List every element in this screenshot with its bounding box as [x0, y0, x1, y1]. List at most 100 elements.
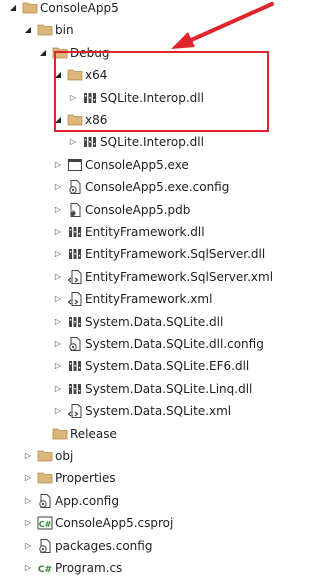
- folder-icon: [52, 426, 68, 442]
- expand-arrow-icon[interactable]: ▷: [53, 406, 63, 416]
- tree-item-label: SQLite.Interop.dll: [100, 135, 204, 150]
- csharp-file-icon: C#: [37, 560, 53, 576]
- expand-arrow-icon[interactable]: ▷: [23, 541, 33, 551]
- tree-item-consoleapp5-exe[interactable]: ▷ ConsoleApp5.exe: [0, 154, 299, 176]
- svg-text:C#: C#: [39, 520, 52, 529]
- folder-icon: [67, 67, 83, 83]
- config-file-icon: [37, 538, 53, 554]
- tree-item-obj[interactable]: ▷ obj: [0, 445, 299, 467]
- tree-item-label: x86: [85, 113, 108, 127]
- folder-icon: [52, 45, 68, 61]
- tree-item-label: ConsoleApp5.exe: [85, 157, 189, 172]
- tree-item-x64-sqlite-interop-dll[interactable]: ▷ SQLite.Interop.dll: [0, 87, 299, 109]
- tree-item-label: EntityFramework.SqlServer.xml: [85, 269, 274, 284]
- solution-explorer-tree: ◢ ConsoleApp5 ◢ bin ◢ Debug ◢ x64 ▷ SQLite.Inter…: [0, 0, 299, 575]
- tree-item-label: Properties: [55, 471, 116, 486]
- expand-arrow-icon[interactable]: ▷: [53, 227, 63, 237]
- tree-item-x64[interactable]: ◢ x64: [0, 64, 299, 86]
- collapse-arrow-icon[interactable]: ◢: [53, 115, 63, 125]
- collapse-arrow-icon[interactable]: ◢: [38, 48, 48, 58]
- tree-item-release[interactable]: Release: [0, 423, 299, 445]
- tree-item-entityframework-sqlserver-xml[interactable]: ▷ EntityFramework.SqlServer.xml: [0, 266, 299, 288]
- tree-item-consoleapp5-pdb[interactable]: ▷ ConsoleApp5.pdb: [0, 199, 299, 221]
- tree-item-x86-sqlite-interop-dll[interactable]: ▷ SQLite.Interop.dll: [0, 131, 299, 153]
- expand-arrow-icon[interactable]: ▷: [53, 205, 63, 215]
- tree-item-label: System.Data.SQLite.dll.config: [85, 337, 264, 351]
- tree-item-consoleapp5-csproj[interactable]: ▷ C# ConsoleApp5.csproj: [0, 512, 299, 534]
- tree-item-system-data-sqlite-ef6-dll[interactable]: ▷ System.Data.SQLite.EF6.dll: [0, 355, 299, 377]
- tree-item-label: EntityFramework.xml: [85, 292, 213, 307]
- xml-file-icon: [67, 403, 83, 419]
- xml-file-icon: [67, 291, 83, 307]
- expand-arrow-icon[interactable]: ▷: [53, 249, 63, 259]
- config-file-icon: [37, 493, 53, 509]
- folder-icon: [37, 22, 53, 38]
- expand-arrow-icon[interactable]: ▷: [23, 496, 33, 506]
- dll-icon: [67, 224, 83, 240]
- tree-item-consoleapp5-exe-config[interactable]: ▷ ConsoleApp5.exe.config: [0, 176, 299, 198]
- tree-item-system-data-sqlite-xml[interactable]: ▷ System.Data.SQLite.xml: [0, 400, 299, 422]
- tree-item-properties[interactable]: ▷ Properties: [0, 467, 299, 489]
- config-file-icon: [67, 336, 83, 352]
- expand-arrow-icon[interactable]: ▷: [53, 294, 63, 304]
- tree-item-app-config[interactable]: ▷ App.config: [0, 490, 299, 512]
- dll-icon: [67, 246, 83, 262]
- dll-icon: [82, 134, 98, 150]
- expand-arrow-icon[interactable]: ▷: [53, 339, 63, 349]
- tree-item-label: ConsoleApp5.exe.config: [85, 180, 230, 195]
- expand-arrow-icon[interactable]: ▷: [53, 272, 63, 282]
- tree-item-label: ConsoleApp5.csproj: [55, 516, 174, 531]
- tree-item-label: ConsoleApp5.pdb: [85, 202, 191, 217]
- tree-item-label: Debug: [70, 45, 110, 60]
- tree-item-label: packages.config: [55, 538, 153, 553]
- tree-item-label: System.Data.SQLite.Linq.dll: [85, 381, 253, 396]
- expand-arrow-icon[interactable]: ▷: [23, 518, 33, 528]
- tree-item-system-data-sqlite-linq-dll[interactable]: ▷ System.Data.SQLite.Linq.dll: [0, 378, 299, 400]
- tree-item-consoleapp5[interactable]: ◢ ConsoleApp5: [0, 0, 299, 19]
- collapse-arrow-icon[interactable]: ◢: [8, 3, 18, 13]
- folder-icon: [37, 470, 53, 486]
- xml-file-icon: [67, 269, 83, 285]
- expand-arrow-icon[interactable]: ▷: [68, 93, 78, 103]
- tree-item-entityframework-xml[interactable]: ▷ EntityFramework.xml: [0, 288, 299, 310]
- tree-item-system-data-sqlite-dll[interactable]: ▷ System.Data.SQLite.dll: [0, 311, 299, 333]
- tree-item-label: EntityFramework.dll: [85, 225, 205, 239]
- tree-item-debug[interactable]: ◢ Debug: [0, 42, 299, 64]
- folder-icon: [67, 112, 83, 128]
- dll-icon: [67, 314, 83, 330]
- tree-item-program-cs[interactable]: ▷ C# Program.cs: [0, 557, 299, 579]
- dll-icon: [67, 358, 83, 374]
- tree-item-entityframework-sqlserver-dll[interactable]: ▷ EntityFramework.SqlServer.dll: [0, 243, 299, 265]
- tree-item-label: x64: [85, 68, 108, 83]
- expand-arrow-icon[interactable]: ▷: [23, 451, 33, 461]
- svg-text:C#: C#: [38, 565, 52, 575]
- expand-arrow-icon[interactable]: ▷: [23, 563, 33, 573]
- folder-icon: [22, 0, 38, 16]
- expand-arrow-icon[interactable]: ▷: [53, 182, 63, 192]
- tree-item-label: ConsoleApp5: [40, 1, 119, 15]
- expand-arrow-icon[interactable]: ▷: [53, 384, 63, 394]
- expand-arrow-icon[interactable]: ▷: [53, 361, 63, 371]
- tree-item-label: obj: [55, 449, 74, 463]
- csharp-project-icon: C#: [37, 515, 53, 531]
- config-file-icon: [67, 179, 83, 195]
- expand-arrow-icon[interactable]: ▷: [23, 473, 33, 483]
- tree-item-x86[interactable]: ◢ x86: [0, 109, 299, 131]
- tree-item-label: SQLite.Interop.dll: [100, 90, 204, 105]
- exe-icon: [67, 157, 83, 173]
- pdb-icon: [67, 202, 83, 218]
- collapse-arrow-icon[interactable]: ◢: [23, 25, 33, 35]
- dll-icon: [82, 90, 98, 106]
- tree-item-packages-config[interactable]: ▷ packages.config: [0, 535, 299, 557]
- tree-item-system-data-sqlite-dll-config[interactable]: ▷ System.Data.SQLite.dll.config: [0, 333, 299, 355]
- expand-arrow-icon[interactable]: ▷: [68, 137, 78, 147]
- expand-arrow-icon[interactable]: ▷: [53, 317, 63, 327]
- tree-item-entityframework-dll[interactable]: ▷ EntityFramework.dll: [0, 221, 299, 243]
- expand-arrow-icon[interactable]: ▷: [53, 160, 63, 170]
- tree-item-label: App.config: [55, 493, 119, 508]
- tree-item-label: System.Data.SQLite.dll: [85, 314, 224, 329]
- tree-item-label: System.Data.SQLite.EF6.dll: [85, 359, 250, 374]
- dll-icon: [67, 381, 83, 397]
- collapse-arrow-icon[interactable]: ◢: [53, 70, 63, 80]
- tree-item-bin[interactable]: ◢ bin: [0, 19, 299, 41]
